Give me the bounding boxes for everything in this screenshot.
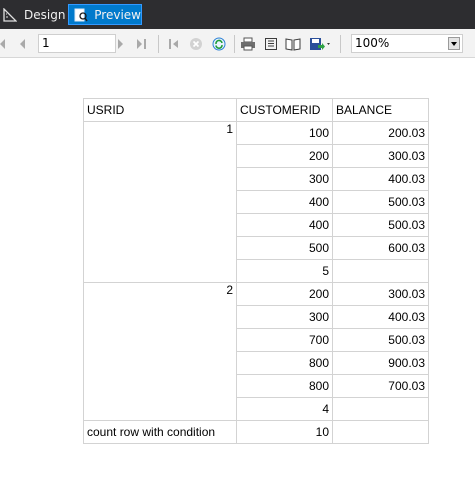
empty-cell bbox=[332, 259, 429, 283]
group-count-cell: 5 bbox=[236, 259, 333, 283]
last-page-icon[interactable] bbox=[134, 36, 150, 52]
balance-cell: 600.03 bbox=[332, 236, 429, 260]
usrid-cell: 1 bbox=[83, 121, 237, 283]
report-toolbar: 1 100% bbox=[0, 29, 475, 58]
previous-page-icon[interactable] bbox=[14, 36, 30, 52]
balance-cell: 700.03 bbox=[332, 374, 429, 398]
empty-cell bbox=[332, 397, 429, 421]
customerid-cell: 700 bbox=[236, 328, 333, 352]
footer-row: count row with condition 10 bbox=[83, 420, 429, 444]
balance-cell: 400.03 bbox=[332, 167, 429, 191]
customerid-cell: 400 bbox=[236, 190, 333, 214]
toolbar-separator bbox=[234, 35, 235, 53]
header-balance: BALANCE bbox=[332, 98, 429, 122]
customerid-cell: 500 bbox=[236, 236, 333, 260]
toolbar-separator bbox=[340, 35, 341, 53]
export-icon[interactable] bbox=[309, 36, 331, 52]
page-number-input[interactable]: 1 bbox=[38, 34, 116, 53]
print-icon[interactable] bbox=[240, 36, 256, 52]
balance-cell: 300.03 bbox=[332, 144, 429, 168]
balance-cell: 500.03 bbox=[332, 190, 429, 214]
toolbar-separator bbox=[158, 35, 159, 53]
refresh-icon[interactable] bbox=[211, 36, 227, 52]
usrid-cell: 2 bbox=[83, 282, 237, 421]
customerid-cell: 800 bbox=[236, 351, 333, 375]
tab-design[interactable]: Design bbox=[0, 4, 65, 25]
first-page-icon[interactable] bbox=[0, 36, 10, 52]
tab-preview-label: Preview bbox=[94, 7, 141, 22]
page-setup-icon[interactable] bbox=[285, 36, 301, 52]
ruler-icon bbox=[2, 7, 18, 22]
report-table: USRID CUSTOMERID BALANCE 1 100 200.03 20… bbox=[83, 98, 429, 444]
group-count-cell: 4 bbox=[236, 397, 333, 421]
chevron-down-icon[interactable] bbox=[448, 37, 460, 50]
customerid-cell: 100 bbox=[236, 121, 333, 145]
table-row: 1 100 200.03 bbox=[83, 121, 429, 283]
tab-bar: Design Preview bbox=[0, 0, 475, 29]
header-customerid: CUSTOMERID bbox=[236, 98, 333, 122]
back-icon[interactable] bbox=[166, 36, 182, 52]
tab-design-label: Design bbox=[24, 7, 66, 22]
empty-cell bbox=[332, 420, 429, 444]
footer-label: count row with condition bbox=[83, 420, 237, 444]
customerid-cell: 400 bbox=[236, 213, 333, 237]
customerid-cell: 300 bbox=[236, 305, 333, 329]
header-row: USRID CUSTOMERID BALANCE bbox=[83, 98, 429, 122]
customerid-cell: 200 bbox=[236, 282, 333, 306]
table-row: 2 200 300.03 bbox=[83, 282, 429, 421]
balance-cell: 400.03 bbox=[332, 305, 429, 329]
balance-cell: 300.03 bbox=[332, 282, 429, 306]
balance-cell: 200.03 bbox=[332, 121, 429, 145]
balance-cell: 900.03 bbox=[332, 351, 429, 375]
customerid-cell: 800 bbox=[236, 374, 333, 398]
next-page-icon[interactable] bbox=[113, 36, 129, 52]
header-usrid: USRID bbox=[83, 98, 237, 122]
tab-preview[interactable]: Preview bbox=[68, 4, 142, 25]
preview-icon bbox=[73, 8, 88, 22]
zoom-value: 100% bbox=[355, 36, 390, 50]
balance-cell: 500.03 bbox=[332, 213, 429, 237]
print-layout-icon[interactable] bbox=[263, 36, 279, 52]
zoom-select[interactable]: 100% bbox=[351, 34, 463, 53]
balance-cell: 500.03 bbox=[332, 328, 429, 352]
footer-total: 10 bbox=[236, 420, 333, 444]
customerid-cell: 200 bbox=[236, 144, 333, 168]
customerid-cell: 300 bbox=[236, 167, 333, 191]
stop-icon[interactable] bbox=[188, 36, 204, 52]
